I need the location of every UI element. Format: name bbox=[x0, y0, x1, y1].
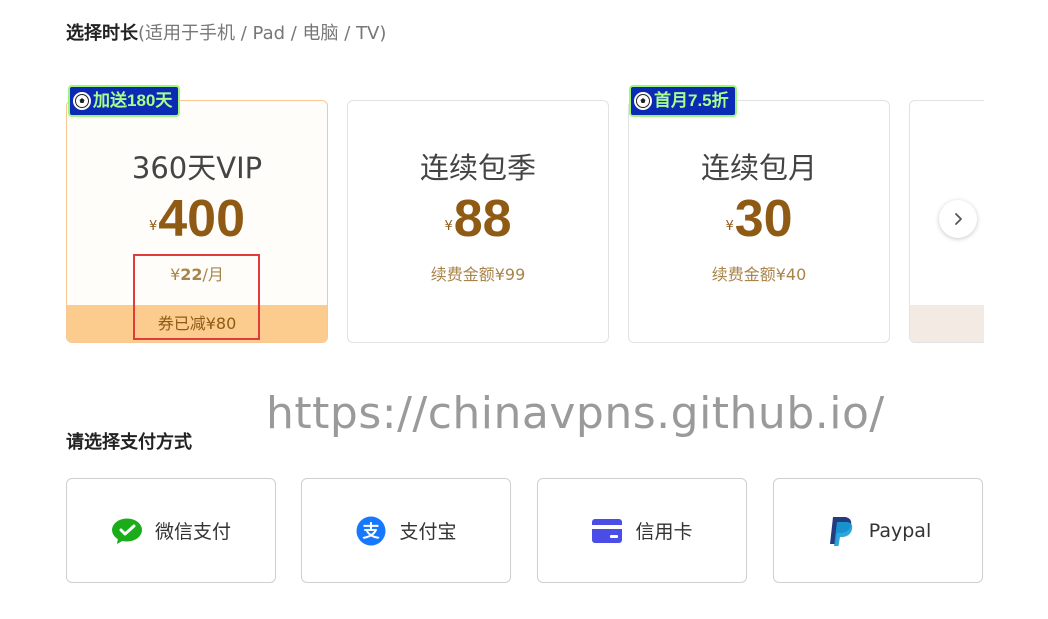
plan-name: 连续包季 bbox=[419, 151, 536, 185]
payment-option-wechat[interactable]: 微信支付 bbox=[66, 478, 276, 583]
plan-price: ¥400 bbox=[67, 189, 327, 249]
chevron-right-icon bbox=[955, 213, 962, 225]
payment-label: Paypal bbox=[868, 519, 932, 542]
duration-title-text: 选择时长 bbox=[66, 23, 138, 44]
price-currency: ¥ bbox=[148, 219, 158, 234]
duration-title: 选择时长(适用于手机 / Pad / 电脑 / TV) bbox=[66, 19, 386, 45]
payment-option-credit-card[interactable]: 信用卡 bbox=[537, 478, 747, 583]
watermark-url: https://chinavpns.github.io/ bbox=[266, 388, 885, 439]
price-amount: 30 bbox=[734, 190, 793, 248]
alipay-icon: 支 bbox=[355, 515, 387, 547]
payment-label: 支付宝 bbox=[399, 521, 457, 543]
plan-card-quarterly[interactable]: 连续包季 ¥88 续费金额¥99 bbox=[347, 100, 609, 343]
plan-name: 360天VIP bbox=[131, 151, 263, 185]
price-amount: 88 bbox=[453, 190, 512, 248]
payment-title: 请选择支付方式 bbox=[66, 432, 192, 453]
payment-option-alipay[interactable]: 支 支付宝 bbox=[301, 478, 511, 583]
plan-renewal-note: 续费金额¥40 bbox=[711, 265, 807, 284]
wechat-pay-icon bbox=[111, 515, 143, 547]
annotation-highlight-box bbox=[133, 254, 260, 340]
price-amount: 400 bbox=[158, 190, 246, 248]
soccer-ball-icon bbox=[73, 92, 91, 110]
credit-card-icon bbox=[591, 515, 623, 547]
duration-subtitle: (适用于手机 / Pad / 电脑 / TV) bbox=[138, 23, 387, 44]
plan-renewal-note: 续费金额¥99 bbox=[430, 265, 526, 284]
payment-label: 微信支付 bbox=[154, 521, 231, 543]
soccer-ball-icon bbox=[634, 92, 652, 110]
svg-text:支: 支 bbox=[363, 521, 381, 542]
plan-badge-discount: 首月7.5折 bbox=[629, 85, 737, 117]
plan-card-monthly[interactable]: 连续包月 ¥30 续费金额¥40 bbox=[628, 100, 890, 343]
badge-text: 首月7.5折 bbox=[654, 91, 729, 110]
price-currency: ¥ bbox=[725, 219, 734, 234]
plan-bottom-bar bbox=[910, 305, 984, 342]
plan-price: ¥30 bbox=[629, 189, 889, 249]
payment-label: 信用卡 bbox=[635, 521, 693, 543]
payment-option-paypal[interactable]: Paypal bbox=[773, 478, 983, 583]
price-currency: ¥ bbox=[444, 219, 453, 234]
carousel-next-button[interactable] bbox=[939, 200, 977, 238]
plan-price: ¥88 bbox=[348, 189, 608, 249]
badge-text: 加送180天 bbox=[93, 91, 173, 110]
plan-badge-bonus: 加送180天 bbox=[68, 85, 181, 117]
plan-name: 连续包月 bbox=[700, 151, 817, 185]
paypal-icon bbox=[825, 515, 857, 547]
